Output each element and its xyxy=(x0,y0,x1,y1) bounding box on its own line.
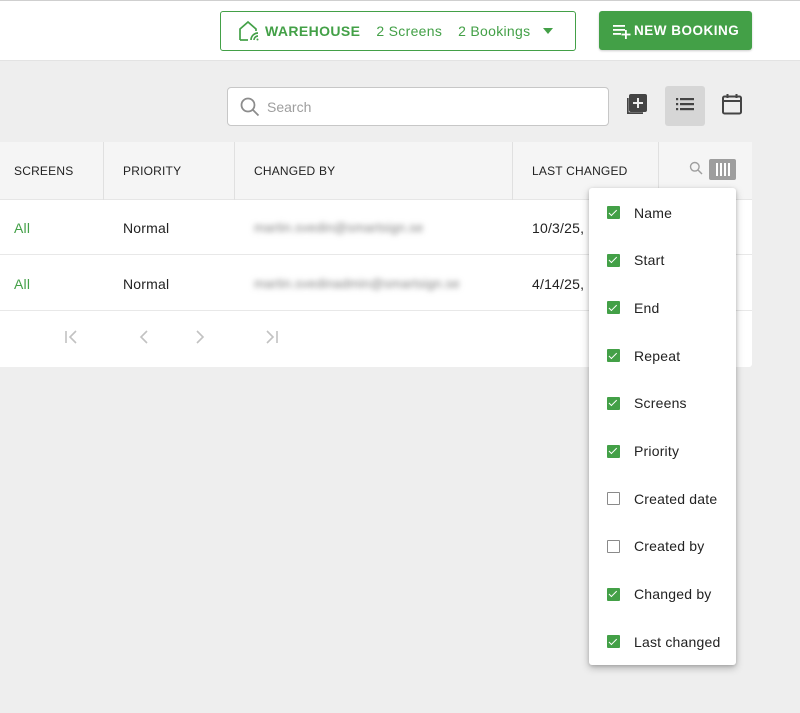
list-view-icon xyxy=(674,93,696,120)
menu-item-changed-by[interactable]: Changed by xyxy=(589,570,736,618)
search-box[interactable] xyxy=(227,87,609,126)
list-view-button[interactable] xyxy=(665,86,705,126)
playlist-add-icon xyxy=(612,21,632,41)
checkbox[interactable] xyxy=(607,349,620,363)
top-bar: WAREHOUSE 2 Screens 2 Bookings NEW BOOKI… xyxy=(0,0,800,61)
checkbox[interactable] xyxy=(607,444,620,458)
menu-item-label: Created date xyxy=(634,490,718,507)
new-booking-label: NEW BOOKING xyxy=(634,23,740,38)
view-column-icon[interactable] xyxy=(709,159,736,180)
chevron-right-icon xyxy=(190,327,210,352)
column-header-changed-by[interactable]: CHANGED BY xyxy=(235,142,513,200)
menu-item-label: Screens xyxy=(634,395,687,412)
new-booking-button[interactable]: NEW BOOKING xyxy=(599,11,752,50)
menu-item-label: Start xyxy=(634,252,665,269)
calendar-view-button[interactable] xyxy=(712,86,752,126)
menu-item-created-by[interactable]: Created by xyxy=(589,523,736,571)
menu-item-label: End xyxy=(634,299,660,316)
checkbox[interactable] xyxy=(607,635,620,649)
menu-item-end[interactable]: End xyxy=(589,284,736,332)
first-page-button[interactable] xyxy=(60,327,84,351)
location-selector[interactable]: WAREHOUSE 2 Screens 2 Bookings xyxy=(220,11,576,51)
checkbox[interactable] xyxy=(607,492,620,506)
menu-item-repeat[interactable]: Repeat xyxy=(589,332,736,380)
cell-priority: Normal xyxy=(123,219,170,236)
search-icon xyxy=(239,96,261,118)
location-signal-icon xyxy=(237,19,261,43)
location-bookings-count: 2 Bookings xyxy=(458,23,531,39)
cell-screens[interactable]: All xyxy=(14,200,30,255)
search-input[interactable] xyxy=(267,98,587,115)
changed-by-email: martin.svedinadmin@smartsign.se xyxy=(254,276,460,291)
location-name: WAREHOUSE xyxy=(265,23,361,39)
column-header-screens[interactable]: SCREENS xyxy=(0,142,104,200)
cell-last-changed: 4/14/25, xyxy=(532,275,585,292)
checkbox[interactable] xyxy=(607,539,620,553)
changed-by-email: martin.svedin@smartsign.se xyxy=(254,220,424,235)
menu-item-label: Name xyxy=(634,204,673,221)
menu-item-label: Changed by xyxy=(634,586,712,603)
previous-page-button[interactable] xyxy=(132,327,156,351)
add-box-icon xyxy=(625,92,649,121)
cell-changed-by: martin.svedinadmin@smartsign.se xyxy=(254,256,460,311)
checkbox[interactable] xyxy=(607,396,620,410)
menu-item-label: Last changed xyxy=(634,633,721,650)
column-header-priority[interactable]: PRIORITY xyxy=(104,142,235,200)
menu-item-name[interactable]: Name xyxy=(589,189,736,237)
checkbox[interactable] xyxy=(607,253,620,267)
menu-item-start[interactable]: Start xyxy=(589,236,736,284)
menu-item-label: Created by xyxy=(634,538,705,555)
menu-item-screens[interactable]: Screens xyxy=(589,380,736,428)
menu-item-label: Repeat xyxy=(634,347,681,364)
last-page-button[interactable] xyxy=(259,327,283,351)
checkbox[interactable] xyxy=(607,587,620,601)
cell-changed-by: martin.svedin@smartsign.se xyxy=(254,200,423,255)
add-booking-button[interactable] xyxy=(617,86,657,126)
checkbox[interactable] xyxy=(607,206,620,220)
checkbox[interactable] xyxy=(607,301,620,315)
column-visibility-menu: Name Start End Repeat Screens Priority C… xyxy=(589,188,736,665)
cell-screens[interactable]: All xyxy=(14,256,30,311)
menu-item-created-date[interactable]: Created date xyxy=(589,475,736,523)
first-page-icon xyxy=(62,327,82,352)
next-page-button[interactable] xyxy=(188,327,212,351)
menu-item-last-changed[interactable]: Last changed xyxy=(589,618,736,666)
location-screens-count: 2 Screens xyxy=(376,23,443,39)
cell-last-changed: 10/3/25, xyxy=(532,219,585,236)
menu-item-label: Priority xyxy=(634,443,680,460)
calendar-icon xyxy=(720,92,744,121)
caret-down-icon xyxy=(543,28,553,34)
last-page-icon xyxy=(261,327,281,352)
search-icon[interactable] xyxy=(689,161,703,175)
menu-item-priority[interactable]: Priority xyxy=(589,427,736,475)
cell-priority: Normal xyxy=(123,275,170,292)
chevron-left-icon xyxy=(134,327,154,352)
